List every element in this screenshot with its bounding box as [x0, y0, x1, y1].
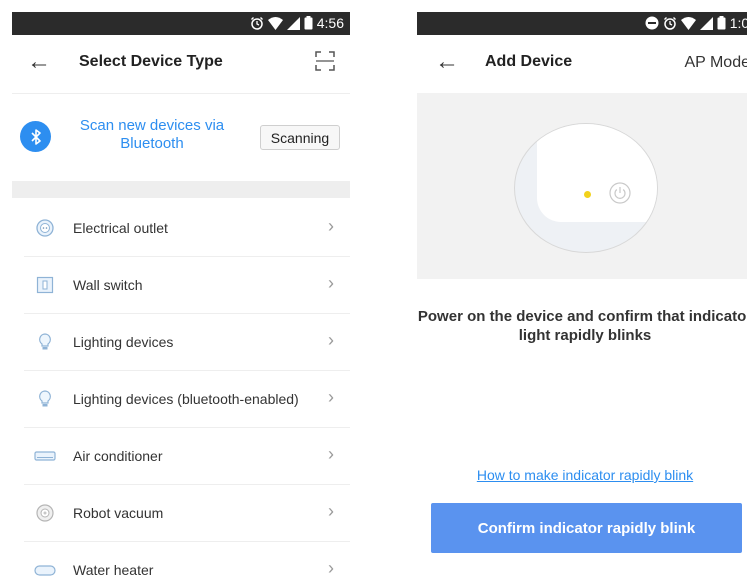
alarm-icon	[663, 17, 676, 30]
water-heater-icon	[34, 565, 56, 576]
page-title: Select Device Type	[79, 53, 223, 70]
app-bar: ← Add Device AP Mode	[417, 35, 747, 93]
air-conditioner-icon	[34, 451, 56, 461]
wifi-icon	[267, 16, 283, 30]
confirm-button[interactable]: Confirm indicator rapidly blink	[431, 503, 742, 553]
wall-switch-icon	[36, 276, 54, 294]
light-bulb-icon	[39, 390, 51, 407]
status-bar: 1:05	[417, 12, 747, 35]
indicator-light-icon	[584, 191, 591, 198]
robot-vacuum-icon	[36, 504, 54, 522]
device-row-electrical-outlet[interactable]: Electrical outlet ›	[24, 200, 350, 257]
instruction-text: Power on the device and confirm that ind…	[417, 308, 747, 344]
device-label: Robot vacuum	[73, 505, 164, 521]
wifi-icon	[680, 16, 696, 30]
chevron-right-icon: ›	[328, 216, 334, 236]
device-label: Lighting devices	[73, 334, 174, 350]
device-row-lighting-devices-bluetooth[interactable]: Lighting devices (bluetooth-enabled) ›	[24, 371, 350, 428]
bluetooth-scan-text[interactable]: Scan new devices via Bluetooth	[72, 117, 232, 153]
device-label: Water heater	[73, 562, 154, 578]
status-bar: 4:56	[12, 12, 350, 35]
device-label: Wall switch	[73, 277, 143, 293]
device-row-air-conditioner[interactable]: Air conditioner ›	[24, 428, 350, 485]
bluetooth-icon	[20, 121, 51, 152]
chevron-right-icon: ›	[328, 444, 334, 464]
ap-mode-link[interactable]: AP Mode	[684, 54, 747, 72]
chevron-right-icon: ›	[328, 330, 334, 350]
chevron-right-icon: ›	[328, 558, 334, 578]
section-divider	[12, 181, 350, 198]
signal-icon	[286, 16, 300, 30]
chevron-right-icon: ›	[328, 273, 334, 293]
battery-icon	[717, 16, 726, 30]
alarm-icon	[250, 17, 263, 30]
outlet-icon	[36, 219, 54, 237]
device-label: Lighting devices (bluetooth-enabled)	[73, 391, 299, 407]
device-label: Electrical outlet	[73, 220, 168, 236]
device-body-illustration	[537, 124, 657, 222]
device-type-list: Electrical outlet › Wall switch › Lighti…	[12, 200, 350, 588]
scanning-button[interactable]: Scanning	[260, 125, 340, 150]
back-arrow-icon[interactable]: ←	[27, 48, 51, 76]
scan-frame-icon[interactable]	[315, 51, 335, 71]
device-illustration	[417, 93, 747, 279]
battery-icon	[304, 16, 313, 30]
light-bulb-icon	[39, 333, 51, 350]
back-arrow-icon[interactable]: ←	[435, 48, 459, 76]
device-row-water-heater[interactable]: Water heater ›	[24, 542, 350, 588]
status-time: 4:56	[316, 15, 344, 31]
device-row-wall-switch[interactable]: Wall switch ›	[24, 257, 350, 314]
bluetooth-scan-row: Scan new devices via Bluetooth Scanning	[12, 93, 350, 181]
app-bar: ← Select Device Type	[12, 35, 350, 93]
chevron-right-icon: ›	[328, 501, 334, 521]
device-label: Air conditioner	[73, 448, 163, 464]
device-row-lighting-devices[interactable]: Lighting devices ›	[24, 314, 350, 371]
power-icon	[609, 182, 631, 204]
help-link[interactable]: How to make indicator rapidly blink	[417, 467, 747, 483]
signal-icon	[699, 16, 713, 30]
device-row-robot-vacuum[interactable]: Robot vacuum ›	[24, 485, 350, 542]
select-device-type-screen: 4:56 ← Select Device Type Scan new devic…	[12, 12, 350, 588]
do-not-disturb-icon	[645, 16, 659, 30]
add-device-screen: 1:05 ← Add Device AP Mode Power on the d…	[417, 12, 747, 588]
page-title: Add Device	[485, 53, 573, 70]
status-time: 1:05	[729, 15, 747, 31]
illustration-circle	[514, 123, 658, 253]
chevron-right-icon: ›	[328, 387, 334, 407]
